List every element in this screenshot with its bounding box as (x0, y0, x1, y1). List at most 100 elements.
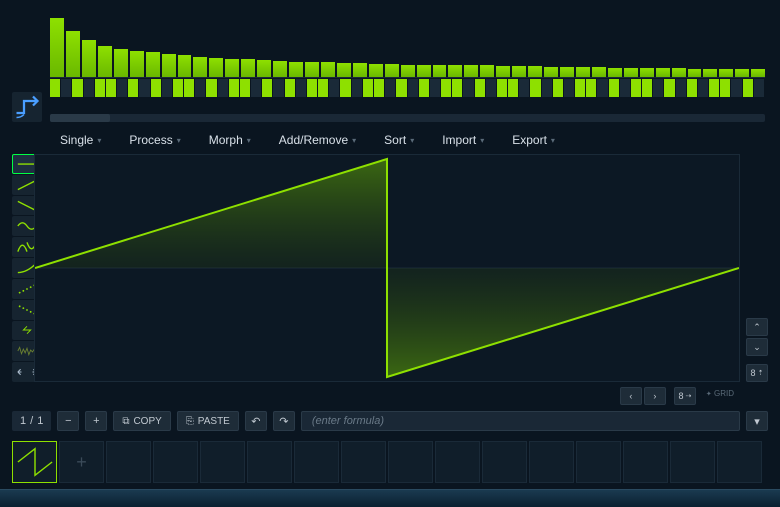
piano-key[interactable] (352, 79, 363, 97)
spectrum-bar[interactable] (576, 67, 590, 77)
piano-key[interactable] (396, 79, 407, 97)
nav-down-button[interactable]: ⌄ (746, 338, 768, 356)
frame-empty[interactable] (200, 441, 245, 483)
piano-key[interactable] (709, 79, 720, 97)
piano-key[interactable] (475, 79, 486, 97)
piano-key[interactable] (139, 79, 150, 97)
piano-key[interactable] (642, 79, 653, 97)
frame-empty[interactable] (435, 441, 480, 483)
undo-button[interactable]: ↶ (245, 411, 267, 431)
paste-button[interactable]: ⎘PASTE (177, 411, 239, 431)
spectrum-bar[interactable] (592, 67, 606, 77)
spectrum-bar[interactable] (448, 65, 462, 77)
piano-key[interactable] (307, 79, 318, 97)
piano-keyboard[interactable] (50, 79, 765, 97)
piano-key[interactable] (273, 79, 284, 97)
add-frame-button[interactable]: + (85, 411, 107, 431)
piano-key[interactable] (72, 79, 83, 97)
piano-key[interactable] (218, 79, 229, 97)
spectrum-bar[interactable] (257, 60, 271, 77)
spectrum-bar[interactable] (401, 65, 415, 77)
spectrum-bar[interactable] (719, 69, 733, 77)
piano-key[interactable] (128, 79, 139, 97)
spectrum-bar[interactable] (512, 66, 526, 77)
piano-key[interactable] (720, 79, 731, 97)
menu-add-remove[interactable]: Add/Remove (279, 133, 356, 147)
nav-left-button[interactable]: ‹ (620, 387, 642, 405)
piano-key[interactable] (329, 79, 340, 97)
frame-empty[interactable] (576, 441, 621, 483)
menu-morph[interactable]: Morph (209, 133, 251, 147)
piano-key[interactable] (50, 79, 61, 97)
spectrum-bar[interactable] (305, 62, 319, 77)
menu-single[interactable]: Single (60, 133, 101, 147)
horizontal-scrollbar[interactable] (50, 114, 765, 122)
spectrum-bar[interactable] (480, 65, 494, 77)
formula-input[interactable]: (enter formula) (301, 411, 740, 431)
piano-key[interactable] (151, 79, 162, 97)
spectrum-bar[interactable] (146, 52, 160, 77)
piano-key[interactable] (609, 79, 620, 97)
piano-key[interactable] (486, 79, 497, 97)
frame-empty[interactable] (388, 441, 433, 483)
grid-vertical-value[interactable]: 8⇡ (746, 364, 768, 382)
piano-key[interactable] (184, 79, 195, 97)
piano-key[interactable] (61, 79, 72, 97)
piano-key[interactable] (575, 79, 586, 97)
spectrum-bar[interactable] (241, 59, 255, 77)
piano-key[interactable] (162, 79, 173, 97)
piano-key[interactable] (754, 79, 765, 97)
frame-empty[interactable] (341, 441, 386, 483)
piano-key[interactable] (240, 79, 251, 97)
nav-right-button[interactable]: › (644, 387, 666, 405)
spectrum-bar[interactable] (528, 66, 542, 77)
spectrum-bar[interactable] (50, 18, 64, 77)
piano-key[interactable] (441, 79, 452, 97)
piano-key[interactable] (419, 79, 430, 97)
spectrum-bar[interactable] (114, 49, 128, 77)
spectrum-bar[interactable] (82, 40, 96, 77)
spectrum-bar[interactable] (289, 62, 303, 77)
piano-key[interactable] (408, 79, 419, 97)
spectrum-bar[interactable] (688, 69, 702, 77)
piano-key[interactable] (206, 79, 217, 97)
piano-key[interactable] (385, 79, 396, 97)
piano-key[interactable] (631, 79, 642, 97)
piano-key[interactable] (564, 79, 575, 97)
piano-key[interactable] (318, 79, 329, 97)
piano-key[interactable] (340, 79, 351, 97)
spectrum-bar[interactable] (624, 68, 638, 77)
spectrum-bar[interactable] (656, 68, 670, 77)
piano-key[interactable] (463, 79, 474, 97)
grid-horizontal-value[interactable]: 8⇢ (674, 387, 696, 405)
spectrum-bar[interactable] (369, 64, 383, 77)
spectrum-bar[interactable] (273, 61, 287, 77)
piano-key[interactable] (530, 79, 541, 97)
piano-key[interactable] (664, 79, 675, 97)
piano-key[interactable] (173, 79, 184, 97)
frame-empty[interactable] (247, 441, 292, 483)
piano-key[interactable] (508, 79, 519, 97)
piano-key[interactable] (262, 79, 273, 97)
spectrum-bar[interactable] (640, 68, 654, 77)
piano-key[interactable] (106, 79, 117, 97)
frame-empty[interactable] (106, 441, 151, 483)
piano-key[interactable] (620, 79, 631, 97)
spectrum-bar[interactable] (751, 69, 765, 77)
spectrum-bar[interactable] (672, 68, 686, 77)
spectrum-bar[interactable] (337, 63, 351, 77)
menu-sort[interactable]: Sort (384, 133, 414, 147)
spectrum-bar[interactable] (385, 64, 399, 77)
nav-up-button[interactable]: ⌃ (746, 318, 768, 336)
piano-key[interactable] (195, 79, 206, 97)
spectrum-bar[interactable] (496, 66, 510, 77)
frame-empty[interactable] (482, 441, 527, 483)
piano-key[interactable] (296, 79, 307, 97)
frame-thumbnail-1[interactable] (12, 441, 57, 483)
piano-key[interactable] (687, 79, 698, 97)
menu-import[interactable]: Import (442, 133, 484, 147)
piano-key[interactable] (743, 79, 754, 97)
harmonic-spectrum[interactable] (50, 0, 765, 78)
frame-empty[interactable] (623, 441, 668, 483)
spectrum-bar[interactable] (209, 58, 223, 77)
